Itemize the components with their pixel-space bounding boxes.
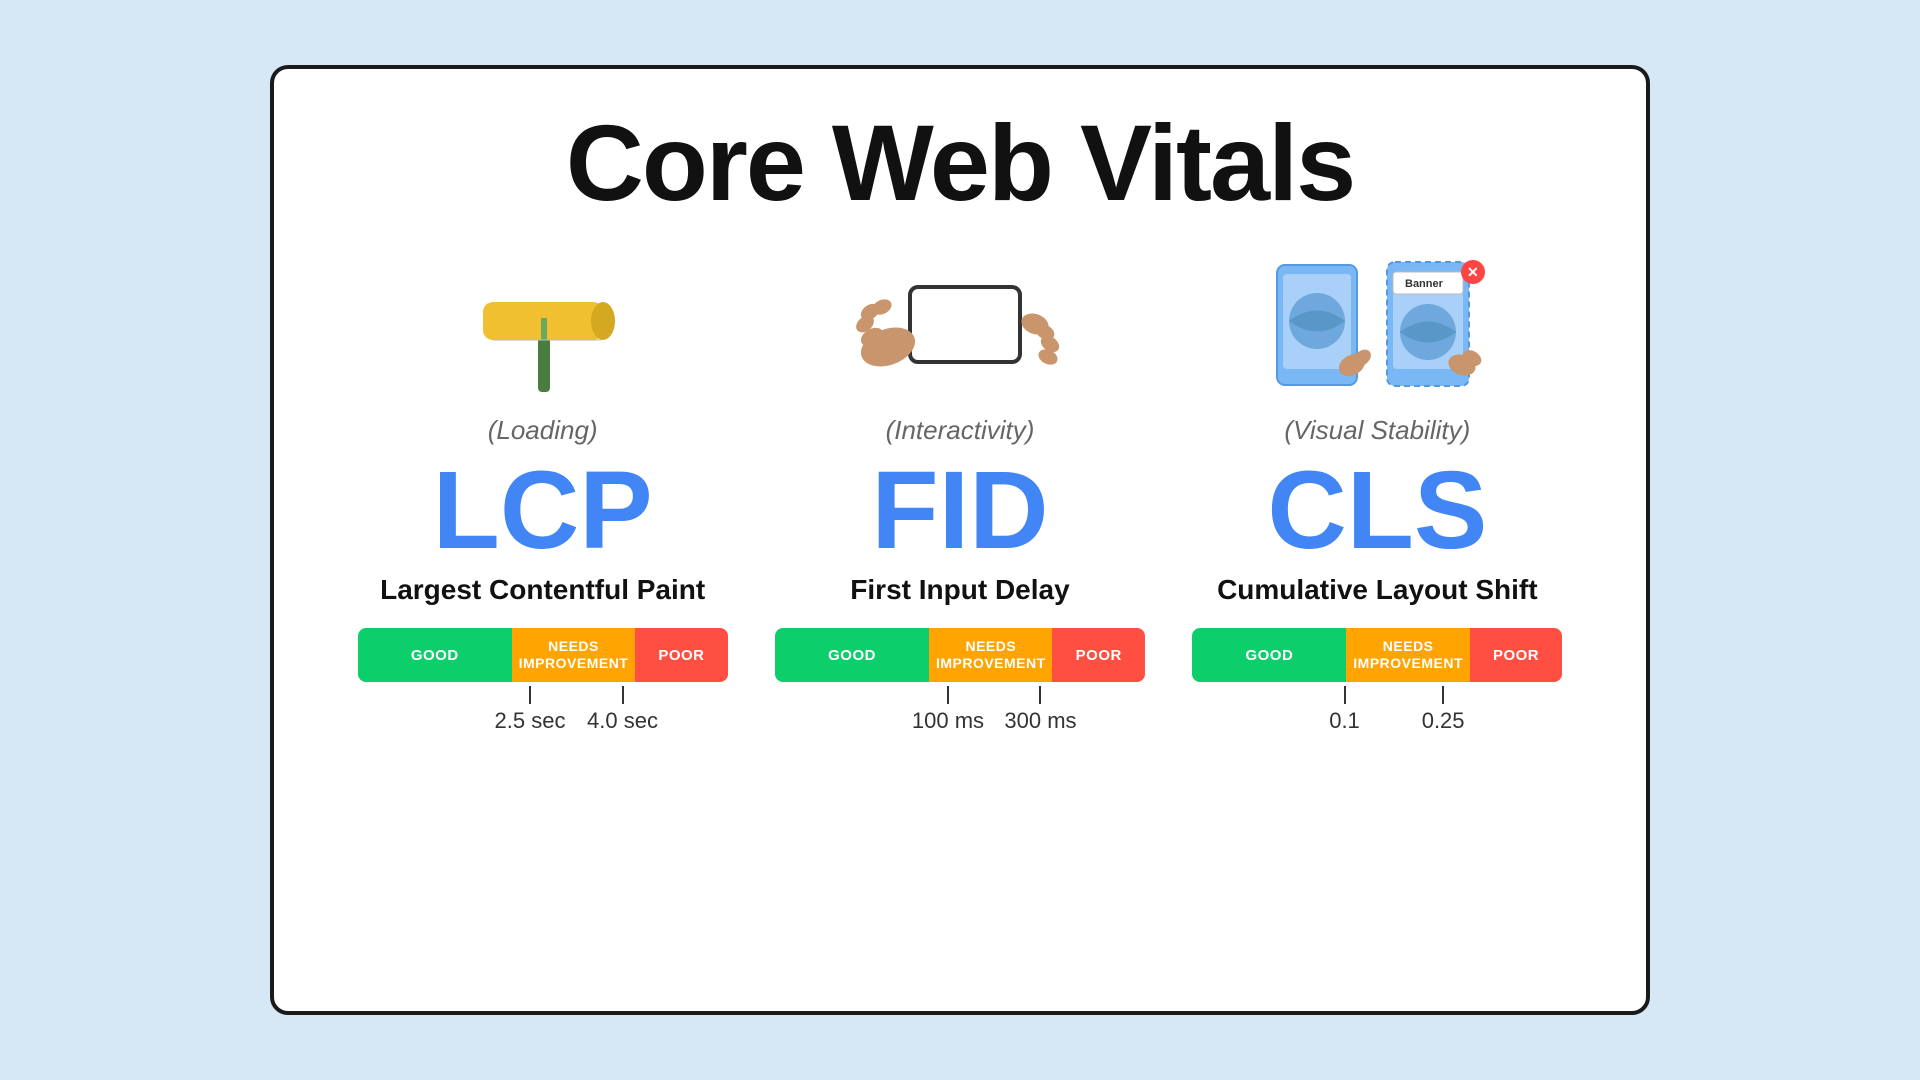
cls-markers: 0.1 0.25 (1192, 686, 1562, 736)
cls-marker1: 0.1 (1329, 686, 1360, 734)
fid-good: GOOD (775, 628, 929, 682)
cls-category: (Visual Stability) (1284, 415, 1470, 446)
cls-poor: POOR (1470, 628, 1563, 682)
lcp-icon (453, 247, 633, 407)
fid-markers: 100 ms 300 ms (775, 686, 1145, 736)
fid-bar-segments: GOOD NEEDSIMPROVEMENT POOR (775, 628, 1145, 682)
fid-marker2-label: 300 ms (1004, 708, 1076, 734)
lcp-needs: NEEDSIMPROVEMENT (512, 628, 635, 682)
lcp-category: (Loading) (488, 415, 598, 446)
vital-col-fid: (Interactivity) FID First Input Delay GO… (770, 247, 1150, 736)
fid-poor: POOR (1052, 628, 1145, 682)
svg-text:Banner: Banner (1405, 278, 1444, 290)
lcp-marker1-line (529, 686, 531, 704)
fid-marker1: 100 ms (912, 686, 984, 734)
lcp-marker2: 4.0 sec (587, 686, 658, 734)
cls-marker2-line (1442, 686, 1444, 704)
cls-marker1-label: 0.1 (1329, 708, 1360, 734)
vitals-row: (Loading) LCP Largest Contentful Paint G… (334, 247, 1586, 971)
lcp-markers: 2.5 sec 4.0 sec (358, 686, 728, 736)
fid-abbr: FID (871, 456, 1048, 566)
svg-text:✕: ✕ (1467, 264, 1479, 280)
lcp-good: GOOD (358, 628, 512, 682)
lcp-marker2-label: 4.0 sec (587, 708, 658, 734)
lcp-marker1-label: 2.5 sec (495, 708, 566, 734)
lcp-marker1: 2.5 sec (495, 686, 566, 734)
cls-marker2: 0.25 (1422, 686, 1465, 734)
fid-marker2-line (1039, 686, 1041, 704)
cls-marker2-label: 0.25 (1422, 708, 1465, 734)
cls-good: GOOD (1192, 628, 1346, 682)
fid-marker1-label: 100 ms (912, 708, 984, 734)
vital-col-lcp: (Loading) LCP Largest Contentful Paint G… (353, 247, 733, 736)
cls-marker1-line (1344, 686, 1346, 704)
fid-category: (Interactivity) (886, 415, 1035, 446)
cls-needs: NEEDSIMPROVEMENT (1346, 628, 1469, 682)
cls-abbr: CLS (1267, 456, 1487, 566)
lcp-poor: POOR (635, 628, 728, 682)
fid-needs: NEEDSIMPROVEMENT (929, 628, 1052, 682)
cls-name: Cumulative Layout Shift (1217, 574, 1537, 606)
page-title: Core Web Vitals (566, 109, 1354, 217)
lcp-marker2-line (622, 686, 624, 704)
fid-marker2: 300 ms (1004, 686, 1076, 734)
fid-name: First Input Delay (850, 574, 1069, 606)
fid-icon (840, 247, 1080, 407)
cls-icon: Banner ✕ (1257, 247, 1497, 407)
fid-marker1-line (947, 686, 949, 704)
lcp-bar-container: GOOD NEEDSIMPROVEMENT POOR 2.5 sec 4.0 s… (358, 628, 728, 736)
fid-bar-container: GOOD NEEDSIMPROVEMENT POOR 100 ms 300 ms (775, 628, 1145, 736)
cls-bar-segments: GOOD NEEDSIMPROVEMENT POOR (1192, 628, 1562, 682)
lcp-abbr: LCP (433, 456, 653, 566)
vital-col-cls: Banner ✕ (Visual Stability) CLS Cumulati… (1187, 247, 1567, 736)
lcp-bar-segments: GOOD NEEDSIMPROVEMENT POOR (358, 628, 728, 682)
cls-bar-container: GOOD NEEDSIMPROVEMENT POOR 0.1 0.25 (1192, 628, 1562, 736)
lcp-name: Largest Contentful Paint (380, 574, 705, 606)
main-card: Core Web Vitals (Loading) LCP (270, 65, 1650, 1015)
